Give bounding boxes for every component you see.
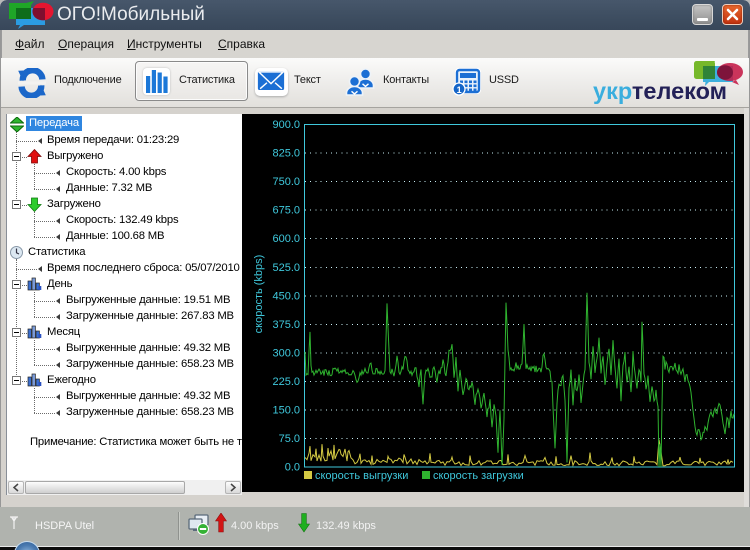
svg-text:скорость выгрузки: скорость выгрузки — [315, 470, 408, 482]
svg-text:900.0: 900.0 — [272, 119, 300, 131]
svg-text:0.0: 0.0 — [285, 462, 300, 474]
svg-text:375.0: 375.0 — [272, 319, 300, 331]
svg-text:150.0: 150.0 — [272, 404, 300, 416]
svg-text:525.0: 525.0 — [272, 262, 300, 274]
svg-text:300.0: 300.0 — [272, 347, 300, 359]
svg-text:825.0: 825.0 — [272, 148, 300, 160]
svg-text:600.0: 600.0 — [272, 233, 300, 245]
svg-text:675.0: 675.0 — [272, 205, 300, 217]
svg-text:скорость (kbps): скорость (kbps) — [253, 255, 265, 334]
svg-text:скорость загрузки: скорость загрузки — [433, 470, 524, 482]
svg-text:450.0: 450.0 — [272, 290, 300, 302]
svg-text:750.0: 750.0 — [272, 176, 300, 188]
svg-text:1: 1 — [457, 85, 462, 95]
svg-text:225.0: 225.0 — [272, 376, 300, 388]
svg-text:75.0: 75.0 — [279, 433, 300, 445]
